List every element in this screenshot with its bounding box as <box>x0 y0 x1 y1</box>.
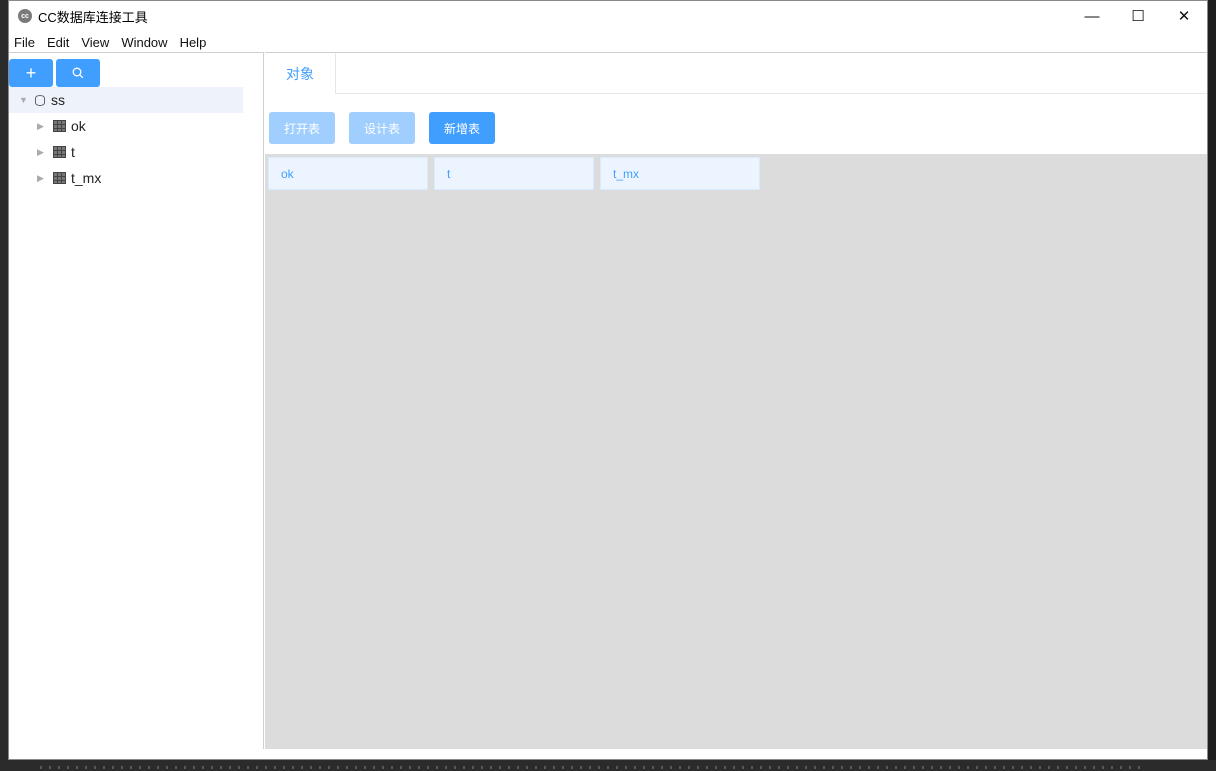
app-window: cc CC数据库连接工具 — ☐ ✕ File Edit View Window… <box>8 0 1208 760</box>
connection-tree: ▼ ss ▶ ok ▶ t ▶ t_mx <box>9 87 243 191</box>
tree-node-table[interactable]: ▶ t_mx <box>9 165 243 191</box>
search-icon <box>72 67 84 79</box>
background-editor-left <box>0 0 8 771</box>
database-icon <box>35 94 45 106</box>
tab-bar: 对象 <box>265 53 1207 94</box>
tree-node-label: ok <box>71 118 86 134</box>
tree-node-table[interactable]: ▶ t <box>9 139 243 165</box>
menu-help[interactable]: Help <box>174 35 213 50</box>
tree-node-label: t_mx <box>71 170 102 186</box>
new-table-button[interactable]: 新增表 <box>429 112 496 144</box>
table-icon <box>53 120 66 132</box>
design-table-button[interactable]: 设计表 <box>349 112 416 144</box>
window-title: CC数据库连接工具 <box>38 9 148 25</box>
window-controls: — ☐ ✕ <box>1069 1 1207 31</box>
tree-node-database[interactable]: ▼ ss <box>9 87 243 113</box>
menu-file[interactable]: File <box>9 35 41 50</box>
title-bar[interactable]: cc CC数据库连接工具 — ☐ ✕ <box>9 1 1207 31</box>
caret-right-icon[interactable]: ▶ <box>37 173 47 184</box>
menu-edit[interactable]: Edit <box>41 35 75 50</box>
open-table-button[interactable]: 打开表 <box>269 112 336 144</box>
object-card[interactable]: t <box>434 157 594 190</box>
minimize-button[interactable]: — <box>1069 1 1115 31</box>
menu-bar: File Edit View Window Help <box>9 32 1207 52</box>
table-icon <box>53 146 66 158</box>
sidebar-toolbar: + <box>9 59 100 87</box>
add-connection-button[interactable]: + <box>9 59 53 87</box>
menu-window[interactable]: Window <box>115 35 173 50</box>
caret-right-icon[interactable]: ▶ <box>37 121 47 132</box>
app-logo-icon: cc <box>18 9 32 23</box>
close-button[interactable]: ✕ <box>1161 1 1207 31</box>
caret-right-icon[interactable]: ▶ <box>37 147 47 158</box>
maximize-button[interactable]: ☐ <box>1115 1 1161 31</box>
main-panel: 对象 打开表 设计表 新增表 ok t t_mx <box>265 52 1207 749</box>
tree-node-label: ss <box>51 92 65 108</box>
table-icon <box>53 172 66 184</box>
object-list-area: ok t t_mx <box>265 154 1207 749</box>
background-code-text <box>40 766 1140 769</box>
sidebar: + ▼ ss ▶ ok ▶ t ▶ t_mx <box>9 52 264 749</box>
object-toolbar: 打开表 设计表 新增表 <box>269 112 509 144</box>
tree-node-label: t <box>71 144 75 160</box>
object-card[interactable]: ok <box>268 157 428 190</box>
plus-icon: + <box>25 62 37 83</box>
tab-objects[interactable]: 对象 <box>265 53 336 94</box>
background-editor-bottom <box>0 760 1216 771</box>
menu-view[interactable]: View <box>75 35 115 50</box>
tree-node-table[interactable]: ▶ ok <box>9 113 243 139</box>
search-button[interactable] <box>56 59 100 87</box>
object-cards: ok t t_mx <box>268 157 760 190</box>
object-card[interactable]: t_mx <box>600 157 760 190</box>
caret-down-icon[interactable]: ▼ <box>19 95 29 105</box>
